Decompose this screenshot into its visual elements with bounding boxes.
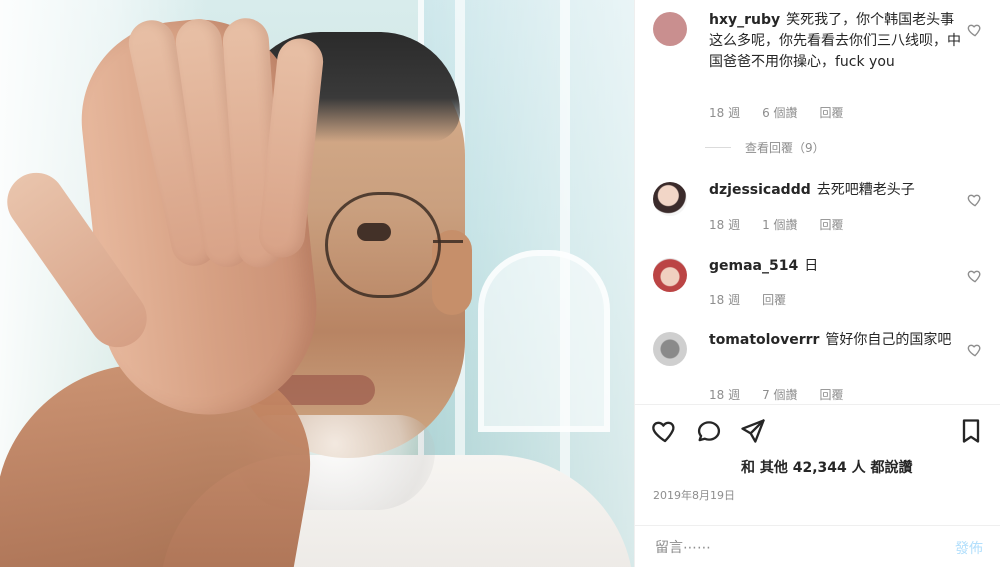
comment-body: 日	[804, 258, 819, 274]
comment-time: 18 週	[709, 293, 741, 307]
comment-meta: 18 週 回覆	[709, 291, 786, 308]
instagram-post: hxy_ruby 笑死我了，你个韩国老头事这么多呢，你先看看去你们三八线呗，中国爸…	[0, 0, 1000, 567]
reply-button[interactable]: 回覆	[820, 386, 844, 403]
comment-body: 管好你自己的国家吧	[825, 332, 952, 348]
comment-likes[interactable]: 1 個讚	[762, 216, 797, 233]
comment-time: 18 週	[709, 106, 741, 120]
send-icon[interactable]	[739, 417, 767, 445]
heart-icon[interactable]	[967, 192, 983, 208]
heart-icon[interactable]	[967, 22, 983, 38]
comment-username[interactable]: tomatoloverrr	[709, 332, 819, 348]
likes-suffix: 人 都說讚	[851, 460, 913, 476]
comment-text-block: tomatoloverrr 管好你自己的国家吧	[709, 330, 964, 351]
comment-meta: 18 週 7 個讚 回覆	[709, 386, 844, 403]
user-avatar[interactable]	[653, 12, 687, 46]
likes-count: 42,344	[792, 460, 847, 476]
person-in-photo	[0, 0, 634, 567]
reply-button[interactable]: 回覆	[820, 216, 844, 233]
comment-time: 18 週	[709, 388, 741, 402]
comment-username[interactable]: gemaa_514	[709, 258, 798, 274]
comment-text-block: dzjessicaddd 去死吧糟老头子	[709, 180, 964, 201]
comment-text-block: gemaa_514 日	[709, 256, 964, 277]
comment-composer: 發佈	[635, 525, 1000, 568]
comment-input[interactable]	[653, 535, 927, 561]
glasses	[325, 192, 463, 298]
view-replies[interactable]: 查看回覆（9）	[705, 139, 825, 156]
heart-icon[interactable]	[967, 268, 983, 284]
comment-likes[interactable]: 7 個讚	[762, 386, 797, 403]
heart-icon[interactable]	[967, 342, 983, 358]
user-avatar[interactable]	[653, 258, 687, 292]
comment-text-block: hxy_ruby 笑死我了，你个韩国老头事这么多呢，你先看看去你们三八线呗，中国爸…	[709, 10, 964, 73]
post-date: 2019年8月19日	[653, 489, 735, 502]
post-photo[interactable]	[0, 0, 634, 567]
comment-body: 去死吧糟老头子	[816, 182, 915, 198]
comment-meta: 18 週 1 個讚 回覆	[709, 216, 844, 233]
comment-time: 18 週	[709, 218, 741, 232]
replies-divider	[705, 147, 731, 148]
user-avatar[interactable]	[653, 332, 687, 366]
reply-button[interactable]: 回覆	[820, 104, 844, 121]
reply-button[interactable]: 回覆	[762, 291, 786, 308]
comments-panel: hxy_ruby 笑死我了，你个韩国老头事这么多呢，你先看看去你们三八线呗，中国爸…	[634, 0, 1000, 567]
comment-item: tomatoloverrr 管好你自己的国家吧 18 週 7 個讚 回覆	[653, 332, 983, 404]
comment-likes[interactable]: 6 個讚	[762, 104, 797, 121]
view-replies-label[interactable]: 查看回覆（9）	[745, 139, 825, 156]
comment-item: dzjessicaddd 去死吧糟老头子 18 週 1 個讚 回覆	[653, 182, 983, 242]
comment-icon[interactable]	[695, 417, 723, 445]
heart-icon[interactable]	[651, 417, 679, 445]
comments-list[interactable]: hxy_ruby 笑死我了，你个韩国老头事这么多呢，你先看看去你们三八线呗，中国爸…	[635, 0, 1000, 404]
comment-username[interactable]: hxy_ruby	[709, 12, 780, 28]
comment-item: gemaa_514 日 18 週 回覆	[653, 258, 983, 318]
comment-meta: 18 週 6 個讚 回覆	[709, 104, 844, 121]
comment-username[interactable]: dzjessicaddd	[709, 182, 811, 198]
post-actions: 和 其他 42,344 人 都說讚 2019年8月19日 發佈	[635, 404, 1000, 567]
likes-prefix: 和 其他	[741, 460, 788, 476]
likes-summary[interactable]: 和 其他 42,344 人 都說讚	[741, 457, 913, 477]
user-avatar[interactable]	[653, 182, 687, 216]
post-button[interactable]: 發佈	[955, 538, 983, 558]
bookmark-icon[interactable]	[957, 417, 985, 445]
